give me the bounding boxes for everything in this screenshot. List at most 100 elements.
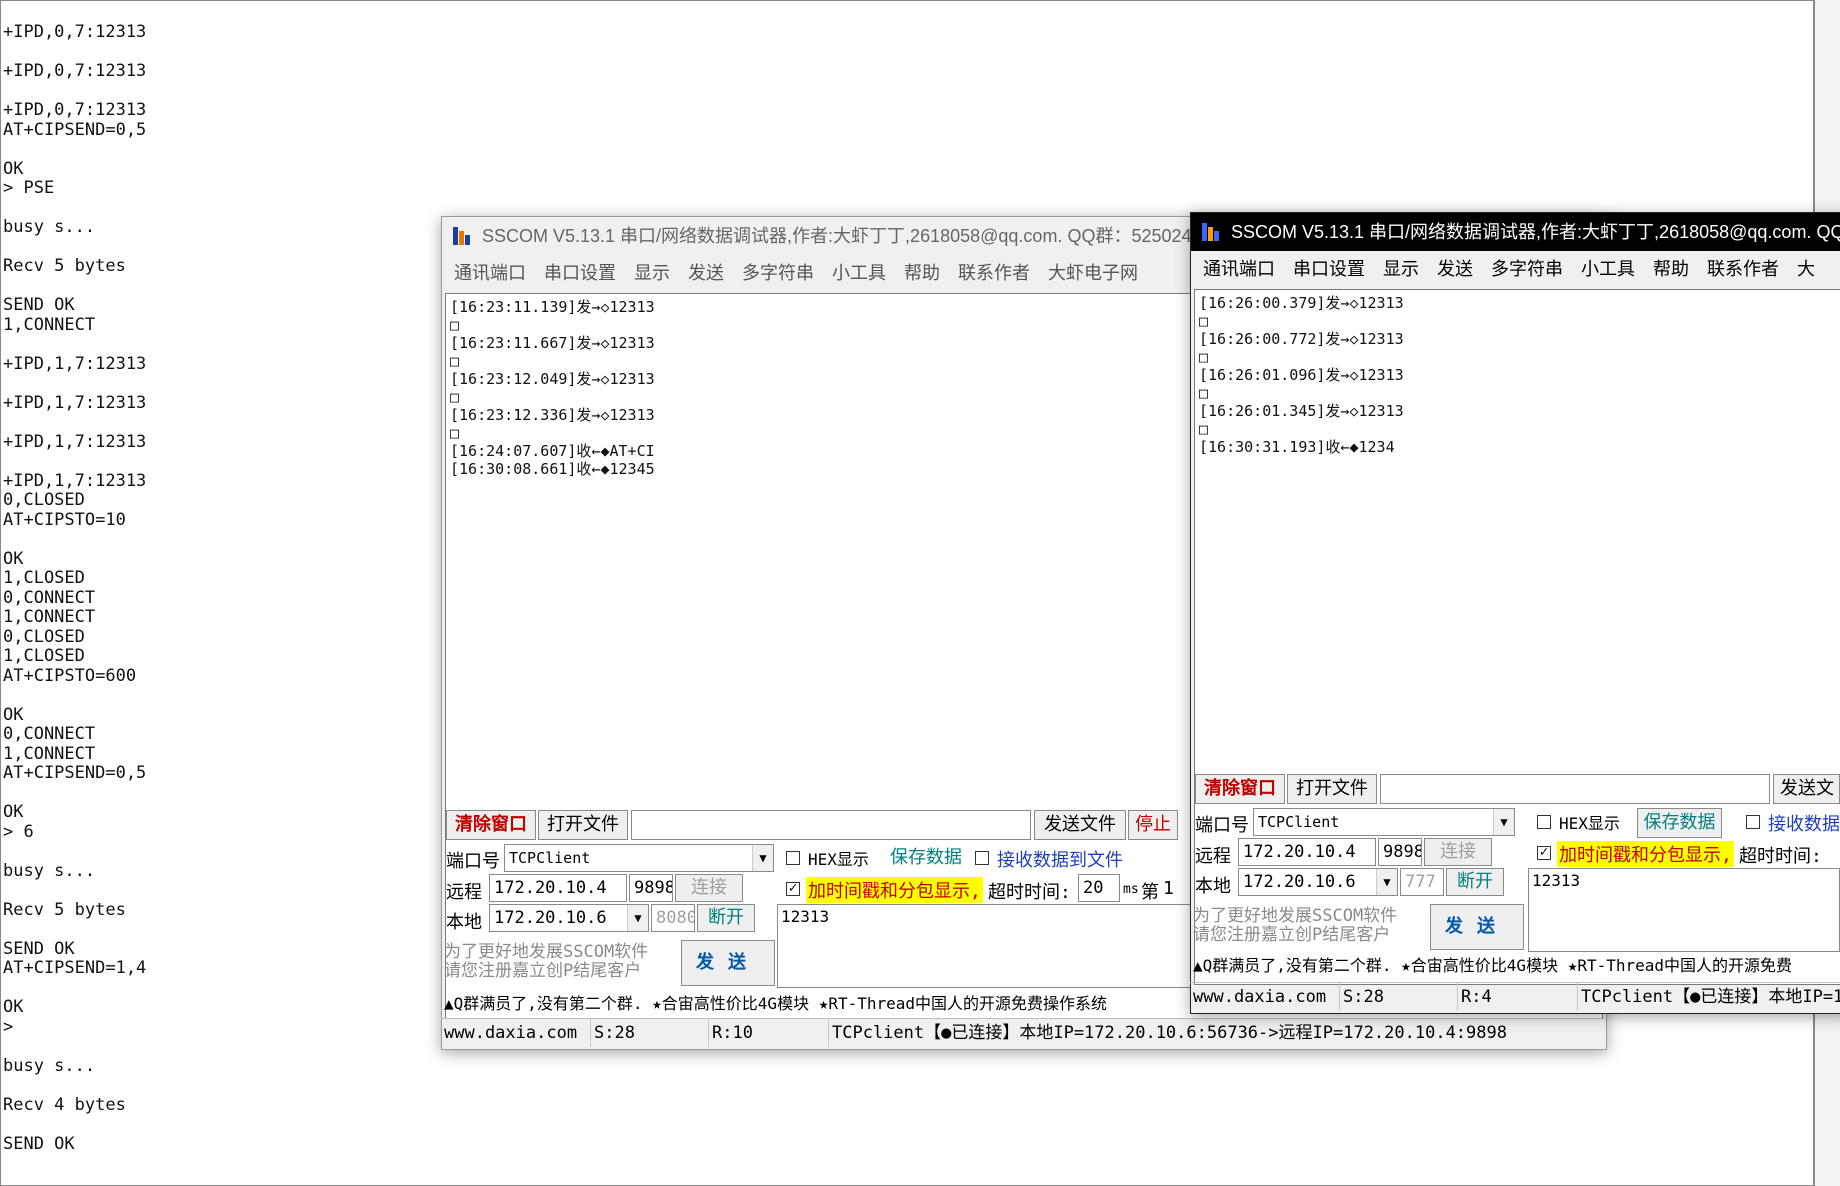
log-line: OK [3,802,24,822]
log-line: 0,CONNECT [3,724,96,744]
status-connection: TCPclient【●已连接】本地IP=1 [1581,987,1840,1007]
remote-port-field[interactable]: 9898 [629,874,673,902]
menu-serial-settings[interactable]: 串口设置 [1293,253,1365,285]
local-ip-select[interactable]: 172.20.10.6 ▼ [1238,868,1398,896]
connect-button[interactable]: 连接 [1424,838,1492,866]
log-line [3,686,146,706]
menu-help[interactable]: 帮助 [904,257,940,289]
ad-ticker: ▲Q群满员了,没有第二个群. ★合宙高性价比4G模块 ★RT-Thread中国人… [444,994,1108,1013]
log-line [3,1115,146,1135]
save-data-button[interactable]: 保存数据 [1637,808,1722,838]
send-text-area[interactable]: 12313 [1528,868,1840,952]
send-button[interactable]: 发送 [1430,904,1524,950]
window-2-menubar: 通讯端口 串口设置 显示 发送 多字符串 小工具 帮助 联系作者大 [1191,253,1840,285]
menu-daxia-site[interactable]: 大虾电子网 [1048,257,1138,289]
remote-ip-field[interactable]: 172.20.10.4 [489,874,627,902]
file-path-field[interactable] [631,810,1031,840]
menu-contact[interactable]: 联系作者 [1707,253,1779,285]
log-line: busy s... [3,1055,96,1076]
remote-label: 远程 [1195,846,1231,867]
file-path-field[interactable] [1380,774,1770,804]
menu-comm-port[interactable]: 通讯端口 [454,257,526,289]
log-line [3,881,146,901]
menu-serial-settings[interactable]: 串口设置 [544,257,616,289]
send-button[interactable]: 发送 [681,940,775,986]
receive-line: [16:23:11.667]发→◇12313 [450,334,655,352]
status-sent-count: S:28 [1340,983,1458,1011]
promo-text: 为了更好地发展SSCOM软件 请您注册嘉立创P结尾客户 [444,942,649,981]
menu-display[interactable]: 显示 [1383,253,1419,285]
menu-send[interactable]: 发送 [688,257,724,289]
chevron-down-icon[interactable]: ▼ [1376,869,1397,895]
menu-tools[interactable]: 小工具 [1581,253,1635,285]
clear-window-button[interactable]: 清除窗口 [1195,774,1285,804]
local-port-field[interactable]: 8080 [651,904,695,932]
chevron-down-icon[interactable]: ▼ [1493,809,1514,835]
log-line: Recv 4 bytes [3,1094,126,1115]
log-line: > PSE [3,178,55,198]
menu-multi-string[interactable]: 多字符串 [1491,253,1563,285]
log-line: 0,CONNECT [3,587,96,608]
menu-comm-port[interactable]: 通讯端口 [1203,253,1275,285]
menu-tools[interactable]: 小工具 [832,257,886,289]
menu-multi-string[interactable]: 多字符串 [742,257,814,289]
status-bar: www.daxia.com S:28 R:10 TCPclient【●已连接】本… [441,1018,1605,1047]
timestamp-option-label: 加时间戳和分包显示, [806,877,983,903]
remote-port-field[interactable]: 9898 [1378,838,1422,866]
menu-contact[interactable]: 联系作者 [958,257,1030,289]
hex-display-checkbox[interactable] [786,851,800,865]
status-recv-count: R:4 [1458,983,1578,1011]
chevron-down-icon[interactable]: ▼ [627,905,648,931]
hex-display-checkbox[interactable] [1537,815,1551,829]
receive-line: [16:30:31.193]收←◆1234 [1199,438,1395,456]
local-ip-select[interactable]: 172.20.10.6 ▼ [489,904,649,932]
recv-to-file-checkbox[interactable] [975,851,989,865]
open-file-button[interactable]: 打开文件 [1287,774,1377,804]
remote-ip-field[interactable]: 172.20.10.4 [1238,838,1376,866]
timestamp-checkbox[interactable]: ✓ [1537,845,1551,860]
clear-window-button[interactable]: 清除窗口 [446,810,536,840]
menu-send[interactable]: 发送 [1437,253,1473,285]
window-2-titlebar[interactable]: SSCOM V5.13.1 串口/网络数据调试器,作者:大虾丁丁,2618058… [1191,213,1840,251]
chevron-down-icon[interactable]: ▼ [752,845,773,871]
local-port-field[interactable]: 777 [1400,868,1444,896]
connect-button[interactable]: 连接 [675,874,743,902]
send-file-button[interactable]: 发送文 [1773,774,1840,804]
receive-line: [16:23:12.336]发→◇12313 [450,406,655,424]
status-site: www.daxia.com [441,1019,591,1047]
window-2-receive-lines: [16:26:00.379]发→◇12313 □ [16:26:00.772]发→◇… [1199,294,1404,456]
log-line: SEND OK [3,1133,75,1154]
disconnect-button[interactable]: 断开 [1446,868,1504,896]
status-sent-count: S:28 [591,1019,709,1047]
log-line: OK [3,548,24,569]
receive-line: □ [1199,420,1209,438]
local-label: 本地 [446,912,482,933]
recv-data-checkbox[interactable] [1746,815,1760,829]
open-file-button[interactable]: 打开文件 [538,810,628,840]
menu-display[interactable]: 显示 [634,257,670,289]
log-line: 1,CLOSED [3,646,85,666]
send-file-button[interactable]: 发送文件 [1034,810,1126,840]
log-line [3,413,146,433]
log-line: +IPD,0,7:12313 [3,100,147,120]
status-site: www.daxia.com [1190,983,1340,1011]
stop-button[interactable]: 停止 [1128,810,1178,840]
nth-label: 第 [1141,882,1159,903]
timestamp-checkbox[interactable]: ✓ [786,881,800,896]
receive-line: [16:26:00.772]发→◇12313 [1199,330,1404,348]
menu-daxia-site[interactable]: 大 [1797,253,1815,285]
disconnect-button[interactable]: 断开 [697,904,755,932]
log-line: AT+CIPSEND=1,4 [3,958,147,978]
receive-line: □ [450,352,460,370]
port-select[interactable]: TCPClient ▼ [1253,808,1515,836]
receive-line: [16:26:00.379]发→◇12313 [1199,294,1404,312]
background-log-lines: +IPD,0,7:12313 +IPD,0,7:12313 +IPD,0,7:123… [3,22,147,1154]
port-label: 端口号 [1195,815,1249,836]
timeout-field[interactable]: 20 [1078,874,1120,902]
log-line [3,140,146,160]
port-select[interactable]: TCPClient ▼ [504,844,774,872]
menu-help[interactable]: 帮助 [1653,253,1689,285]
log-line [3,784,146,804]
log-line: busy s... [3,217,96,237]
save-data-button[interactable]: 保存数据 [886,844,966,874]
